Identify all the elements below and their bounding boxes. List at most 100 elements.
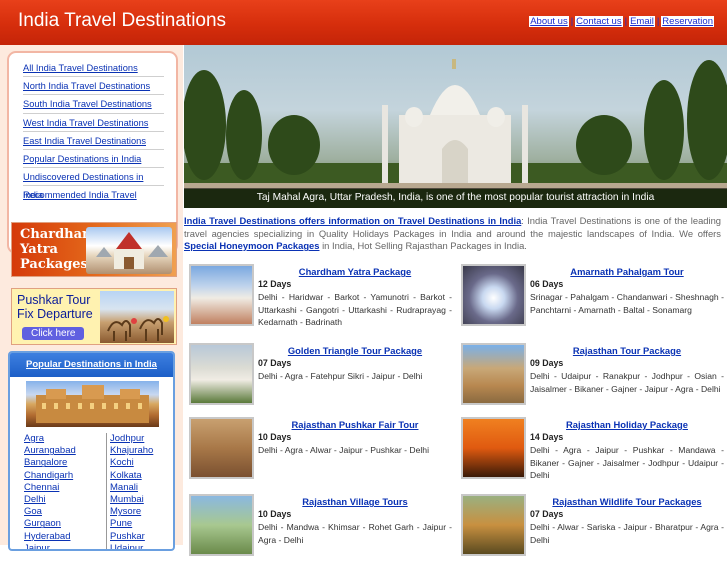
honeymoon-packages-link[interactable]: Special Honeymoon Packages: [184, 240, 319, 251]
city-link-pushkar[interactable]: Pushkar: [110, 531, 173, 543]
promo-line: Chardham: [20, 227, 96, 242]
package-image[interactable]: [189, 343, 254, 405]
city-link-kochi[interactable]: Kochi: [110, 457, 173, 469]
package-card: Rajasthan Wildlife Tour Packages 07 Days…: [458, 494, 726, 562]
city-link-jaipur[interactable]: Jaipur: [24, 543, 94, 549]
city-link-mumbai[interactable]: Mumbai: [110, 494, 173, 506]
nav-item-west-india[interactable]: West India Travel Destinations: [23, 114, 164, 132]
package-card: Rajasthan Village Tours 10 Days Delhi - …: [186, 494, 454, 562]
left-sidebar: All India Travel Destinations North Indi…: [0, 45, 183, 551]
package-route: Delhi - Agra - Jaipur - Pushkar - Mandaw…: [530, 445, 724, 480]
city-link-kolkata[interactable]: Kolkata: [110, 470, 173, 482]
nav-item-recommended[interactable]: Recommended India Travel: [23, 186, 164, 204]
promo-line: Packages: [20, 257, 88, 272]
package-title-link[interactable]: Amarnath Pahalgam Tour: [530, 266, 724, 277]
site-title: India Travel Destinations: [18, 10, 227, 31]
city-link-udaipur[interactable]: Udaipur: [110, 543, 173, 549]
nav-item-south-india[interactable]: South India Travel Destinations: [23, 95, 164, 114]
nav-item-undiscovered[interactable]: Undiscovered Destinations in India: [23, 168, 164, 200]
promo-line: Yatra: [20, 242, 58, 257]
package-image[interactable]: [189, 264, 254, 326]
hero-banner: Taj Mahal Agra, Uttar Pradesh, India, is…: [184, 45, 727, 208]
package-card: Chardham Yatra Package 12 Days Delhi - H…: [186, 264, 454, 332]
city-link-pune[interactable]: Pune: [110, 518, 173, 530]
chardham-temple-image: [86, 227, 172, 274]
site-header: India Travel Destinations About us | Conta…: [0, 0, 727, 45]
package-title-link[interactable]: Rajasthan Pushkar Fair Tour: [258, 419, 452, 430]
reservation-link[interactable]: Reservation: [661, 16, 714, 27]
pushkar-promo-banner[interactable]: Pushkar Tour Fix Departure Click here: [11, 288, 177, 345]
about-us-link[interactable]: About us: [529, 16, 569, 27]
package-image[interactable]: [189, 417, 254, 479]
package-duration: 12 Days: [258, 279, 292, 289]
package-title-link[interactable]: Golden Triangle Tour Package: [258, 345, 452, 356]
package-image[interactable]: [461, 417, 526, 479]
package-title-link[interactable]: Rajasthan Holiday Package: [530, 419, 724, 430]
city-link-delhi[interactable]: Delhi: [24, 494, 94, 506]
package-duration: 06 Days: [530, 279, 564, 289]
package-title-link[interactable]: Rajasthan Village Tours: [258, 496, 452, 507]
nav-item-popular[interactable]: Popular Destinations in India: [23, 150, 164, 169]
package-image[interactable]: [461, 343, 526, 405]
package-image[interactable]: [461, 264, 526, 326]
separator: |: [656, 16, 660, 27]
package-route: Delhi - Alwar - Sariska - Jaipur - Bhara…: [530, 522, 724, 545]
hero-caption: Taj Mahal Agra, Uttar Pradesh, India, is…: [184, 188, 727, 208]
package-title-link[interactable]: Chardham Yatra Package: [258, 266, 452, 277]
city-link-aurangabad[interactable]: Aurangabad: [24, 445, 94, 457]
contact-us-link[interactable]: Contact us: [575, 16, 623, 27]
package-route: Delhi - Haridwar - Barkot - Yamunotri - …: [258, 292, 452, 327]
package-image[interactable]: [461, 494, 526, 556]
camel-fair-illustration: [107, 316, 169, 341]
city-link-khajuraho[interactable]: Khajuraho: [110, 445, 173, 457]
city-link-hyderabad[interactable]: Hyderabad: [24, 531, 94, 543]
nav-item-east-india[interactable]: East India Travel Destinations: [23, 132, 164, 150]
package-route: Delhi - Agra - Fatehpur Sikri - Jaipur -…: [258, 371, 423, 381]
package-duration: 09 Days: [530, 358, 564, 368]
package-route: Delhi - Udaipur - Ranakpur - Jodhpur - O…: [530, 371, 724, 394]
popular-destinations-heading[interactable]: Popular Destinations in India: [10, 353, 173, 377]
package-card: Amarnath Pahalgam Tour 06 Days Srinagar …: [458, 264, 726, 332]
package-duration: 10 Days: [258, 432, 292, 442]
package-card: Rajasthan Tour Package 09 Days Delhi - U…: [458, 343, 726, 411]
city-link-bangalore[interactable]: Bangalore: [24, 457, 94, 469]
nav-item-all-india[interactable]: All India Travel Destinations: [23, 59, 164, 78]
package-title-link[interactable]: Rajasthan Tour Package: [530, 345, 724, 356]
temple-illustration: [96, 232, 168, 269]
city-link-chennai[interactable]: Chennai: [24, 482, 94, 494]
city-link-goa[interactable]: Goa: [24, 506, 94, 518]
separator: |: [570, 16, 574, 27]
city-link-agra[interactable]: Agra: [24, 433, 94, 445]
city-link-jodhpur[interactable]: Jodhpur: [110, 433, 173, 445]
promo-line: Pushkar Tour: [17, 293, 91, 307]
city-link-manali[interactable]: Manali: [110, 482, 173, 494]
separator: |: [624, 16, 628, 27]
taj-mahal-illustration: [184, 59, 727, 208]
intro-paragraph: India Travel Destinations offers informa…: [184, 215, 721, 253]
package-duration: 07 Days: [530, 509, 564, 519]
intro-text: in India, Hot Selling Rajasthan Packages…: [319, 240, 527, 251]
palace-image: [26, 381, 159, 427]
popular-destinations-box: Popular Destinations in India Agra Auran…: [8, 351, 175, 551]
nav-item-north-india[interactable]: North India Travel Destinations: [23, 77, 164, 96]
package-route: Delhi - Agra - Alwar - Jaipur - Pushkar …: [258, 445, 429, 455]
intro-title-link[interactable]: India Travel Destinations offers informa…: [184, 215, 521, 226]
email-link[interactable]: Email: [629, 16, 655, 27]
palace-illustration: [36, 385, 149, 423]
package-route: Delhi - Mandwa - Khimsar - Rohet Garh - …: [258, 522, 452, 545]
top-links: About us | Contact us | Email | Reservation: [529, 16, 714, 27]
pushkar-promo-text: Pushkar Tour Fix Departure: [17, 293, 93, 321]
promo-line: Fix Departure: [17, 307, 93, 321]
city-link-gurgaon[interactable]: Gurgaon: [24, 518, 94, 530]
package-route: Srinagar - Pahalgam - Chandanwari - Shes…: [530, 292, 724, 315]
city-column: Jodhpur Khajuraho Kochi Kolkata Manali M…: [106, 433, 173, 549]
package-title-link[interactable]: Rajasthan Wildlife Tour Packages: [530, 496, 724, 507]
package-image[interactable]: [189, 494, 254, 556]
click-here-button[interactable]: Click here: [22, 327, 85, 340]
city-link-mysore[interactable]: Mysore: [110, 506, 173, 518]
chardham-promo-banner[interactable]: Chardham Yatra Packages: [11, 222, 177, 277]
package-duration: 14 Days: [530, 432, 564, 442]
pushkar-fair-image: [100, 291, 174, 343]
city-link-chandigarh[interactable]: Chandigarh: [24, 470, 94, 482]
package-duration: 10 Days: [258, 509, 292, 519]
